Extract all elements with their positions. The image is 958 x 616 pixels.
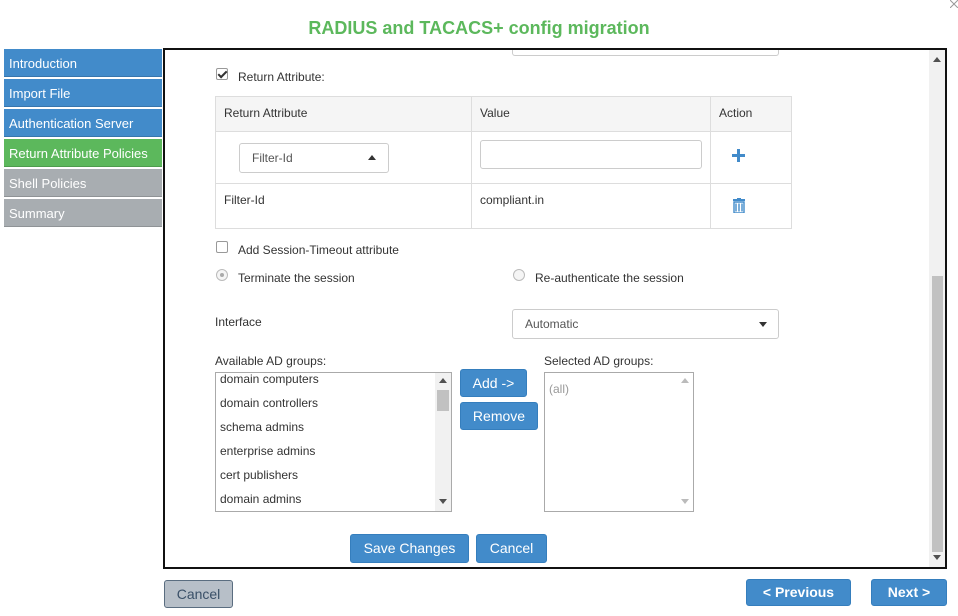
chevron-down-icon — [759, 322, 767, 327]
scroll-up-icon[interactable] — [681, 378, 689, 383]
scroll-thumb[interactable] — [932, 276, 943, 552]
save-changes-button[interactable]: Save Changes — [350, 534, 469, 563]
wizard-cancel-button[interactable]: Cancel — [164, 580, 233, 608]
table-row: Filter-Id compliant.in — [216, 184, 791, 228]
attribute-select[interactable]: Filter-Id — [239, 143, 389, 173]
new-action-cell — [711, 132, 791, 183]
reauthenticate-radio[interactable] — [513, 269, 525, 281]
return-attribute-table: Return Attribute Value Action Filter-Id — [215, 96, 792, 229]
partial-field — [512, 50, 779, 56]
row-attribute: Filter-Id — [216, 184, 472, 228]
dialog-title: RADIUS and TACACS+ config migration — [308, 18, 650, 38]
list-item[interactable]: domain controllers — [216, 396, 434, 420]
content-panel: Return Attribute: Return Attribute Value… — [163, 48, 947, 569]
trash-icon[interactable] — [733, 198, 745, 213]
attribute-value-input[interactable] — [480, 140, 702, 169]
step-introduction[interactable]: Introduction — [4, 49, 162, 77]
terminate-radio[interactable] — [216, 269, 228, 281]
session-timeout-checkbox[interactable] — [216, 241, 228, 253]
step-import-file[interactable]: Import File — [4, 79, 162, 107]
selected-groups-scrollbar[interactable] — [677, 373, 693, 511]
step-authentication-server[interactable]: Authentication Server — [4, 109, 162, 137]
interface-select-value: Automatic — [525, 317, 579, 331]
step-return-attribute-policies[interactable]: Return Attribute Policies — [4, 139, 162, 167]
scroll-up-icon[interactable] — [439, 378, 447, 383]
available-groups-list[interactable]: domain computers domain controllers sche… — [215, 372, 452, 512]
available-groups-label: Available AD groups: — [215, 354, 327, 368]
selected-groups-list[interactable]: (all) — [544, 372, 694, 512]
previous-button[interactable]: < Previous — [746, 579, 851, 606]
next-button[interactable]: Next > — [871, 579, 947, 606]
table-header: Return Attribute Value Action — [216, 97, 791, 132]
list-item[interactable]: (all) — [545, 373, 693, 396]
close-icon[interactable] — [950, 0, 958, 8]
column-header-value: Value — [472, 97, 711, 131]
step-summary[interactable]: Summary — [4, 199, 162, 227]
add-group-button[interactable]: Add -> — [460, 369, 527, 397]
column-header-attribute: Return Attribute — [216, 97, 472, 131]
step-shell-policies[interactable]: Shell Policies — [4, 169, 162, 197]
table-new-row: Filter-Id — [216, 132, 791, 184]
add-icon[interactable] — [732, 149, 745, 162]
return-attribute-label: Return Attribute: — [238, 70, 325, 84]
attribute-select-value: Filter-Id — [252, 151, 293, 165]
interface-select[interactable]: Automatic — [512, 309, 779, 339]
remove-group-button[interactable]: Remove — [460, 402, 538, 430]
new-value-cell — [472, 132, 711, 183]
scroll-down-icon[interactable] — [681, 499, 689, 504]
selected-groups-label: Selected AD groups: — [544, 354, 654, 368]
list-item[interactable]: enterprise admins — [216, 444, 434, 468]
interface-label: Interface — [215, 315, 262, 329]
policy-form: Return Attribute: Return Attribute Value… — [165, 50, 929, 567]
chevron-up-icon — [368, 155, 376, 160]
scroll-down-icon[interactable] — [933, 555, 941, 560]
form-cancel-button[interactable]: Cancel — [476, 534, 547, 563]
row-value: compliant.in — [472, 184, 711, 228]
scroll-down-icon[interactable] — [439, 499, 447, 504]
scroll-up-icon[interactable] — [933, 57, 941, 62]
row-action-cell — [711, 184, 791, 228]
list-item[interactable]: cert publishers — [216, 468, 434, 492]
list-item[interactable]: domain admins — [216, 492, 434, 511]
list-item[interactable]: domain computers — [216, 373, 434, 396]
new-attribute-cell: Filter-Id — [216, 132, 472, 183]
wizard-steps: Introduction Import File Authentication … — [4, 49, 162, 229]
column-header-action: Action — [719, 106, 753, 120]
available-groups-scrollbar[interactable] — [435, 373, 451, 511]
content-scrollbar[interactable] — [929, 50, 945, 567]
list-item[interactable]: schema admins — [216, 420, 434, 444]
reauthenticate-label: Re-authenticate the session — [535, 271, 684, 285]
scroll-thumb[interactable] — [437, 390, 449, 411]
terminate-label: Terminate the session — [238, 271, 355, 285]
return-attribute-checkbox[interactable] — [216, 68, 228, 80]
session-timeout-label: Add Session-Timeout attribute — [238, 243, 399, 257]
